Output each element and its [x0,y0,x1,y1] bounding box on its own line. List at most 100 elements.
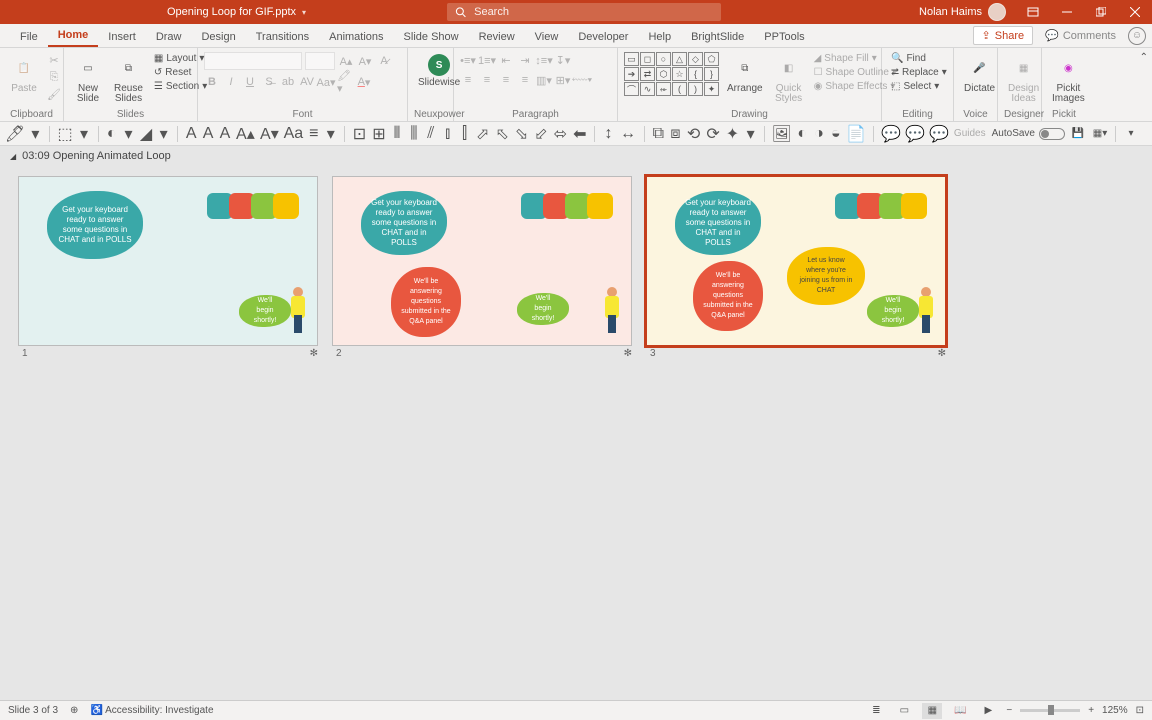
quick-styles-button[interactable]: ◧Quick Styles [771,52,807,106]
qat-btn[interactable]: ◑ [814,125,825,143]
slideshow-view-button[interactable]: ▶ [978,703,998,719]
qat-btn[interactable]: ◒ [830,125,841,143]
qat-btn[interactable]: A▾ [260,125,278,143]
italic-button[interactable]: I [223,74,239,90]
qat-btn[interactable]: ⬀ [476,125,489,143]
user-account[interactable]: Nolan Haims [909,3,1016,21]
smartart-button[interactable]: ⬳▾ [574,72,590,88]
shadow-button[interactable]: ab [280,74,296,90]
tab-draw[interactable]: Draw [146,27,192,47]
qat-btn[interactable]: ⬂ [515,125,528,143]
zoom-slider[interactable] [1020,709,1080,712]
align-center-button[interactable]: ≡ [479,72,495,88]
qat-btn[interactable]: ▾ [158,125,169,143]
qat-btn[interactable]: ▦▾ [1091,125,1109,143]
tab-view[interactable]: View [525,27,569,47]
ribbon-display-button[interactable] [1016,0,1050,24]
zoom-level[interactable]: 125% [1102,705,1128,716]
shapes-gallery[interactable]: ▭◻○△◇⬠ ➔⇄⬡☆{} ⌒∿⬰()✦ [624,52,719,96]
columns-button[interactable]: ▥▾ [536,72,552,88]
qat-btn[interactable]: ◐ [797,125,808,143]
slide-thumbnail-3[interactable]: Get your keyboard ready to answer some q… [646,176,950,361]
tab-developer[interactable]: Developer [568,27,638,47]
slide-count-label[interactable]: Slide 3 of 3 [8,705,58,716]
section-header[interactable]: ◢ 03:09 Opening Animated Loop [0,146,1152,166]
justify-button[interactable]: ≡ [517,72,533,88]
qat-btn[interactable]: ⊡ [353,125,366,143]
qat-btn[interactable]: ⬁ [495,125,508,143]
strikethrough-button[interactable]: S̶ [261,74,277,90]
zoom-in-button[interactable]: + [1088,705,1094,716]
qat-btn[interactable]: ▾ [325,125,336,143]
qat-btn[interactable]: A [203,125,214,143]
qat-btn[interactable]: ↔ [620,125,636,143]
qat-btn[interactable]: 💬 [882,125,900,143]
qat-btn[interactable]: ⫿ [459,125,470,143]
line-spacing-button[interactable]: ↕≡▾ [536,52,552,68]
normal-view-button[interactable]: ▭ [894,703,914,719]
feedback-button[interactable]: ☺ [1128,27,1146,45]
qat-btn[interactable]: ⫴ [392,125,403,143]
zoom-out-button[interactable]: − [1006,705,1012,716]
qat-btn[interactable]: Aa [284,125,302,143]
qat-btn[interactable]: 🖊 [6,125,24,143]
qat-btn[interactable]: ⊞ [372,125,385,143]
font-size-input[interactable] [305,52,335,70]
qat-btn[interactable]: ⟳ [706,125,719,143]
tab-animations[interactable]: Animations [319,27,393,47]
qat-btn[interactable]: ◢ [140,125,152,143]
qat-btn[interactable]: ⧈ [670,125,681,143]
filename-area[interactable]: Opening Loop for GIF.pptx ▾ [167,6,306,18]
bullets-button[interactable]: •≡▾ [460,52,476,68]
qat-btn[interactable]: ▾ [745,125,756,143]
qat-btn[interactable]: ▾ [79,125,90,143]
qat-btn[interactable]: ⬅ [573,125,586,143]
qat-btn[interactable]: ⬃ [534,125,547,143]
collapse-section-icon[interactable]: ◢ [10,152,16,161]
qat-btn[interactable]: ⬚ [58,125,73,143]
tab-design[interactable]: Design [191,27,245,47]
qat-btn[interactable]: 💾 [1069,125,1087,143]
text-direction-button[interactable]: ↧▾ [555,52,571,68]
qat-btn[interactable]: ≡ [308,125,319,143]
autosave-toggle[interactable] [1039,128,1065,140]
qat-btn[interactable]: 🖼 [773,125,791,143]
pickit-button[interactable]: ◉Pickit Images [1048,52,1089,106]
highlight-button[interactable]: 🖍▾ [337,74,353,90]
tab-help[interactable]: Help [638,27,681,47]
tab-file[interactable]: File [10,27,48,47]
qat-btn[interactable]: ⫾ [442,125,453,143]
increase-font-button[interactable]: A▴ [338,53,354,69]
find-button[interactable]: 🔍 Find [888,52,950,65]
dictate-button[interactable]: 🎤Dictate [960,52,999,96]
qat-customize[interactable]: ▾ [1122,125,1140,143]
tab-slideshow[interactable]: Slide Show [394,27,469,47]
align-text-button[interactable]: ⊞▾ [555,72,571,88]
collapse-ribbon-button[interactable]: ⌃ [1136,48,1152,121]
qat-btn[interactable]: ⫼ [408,125,419,143]
search-box[interactable] [447,3,721,21]
slide-thumbnail-1[interactable]: Get your keyboard ready to answer some q… [18,176,322,361]
underline-button[interactable]: U [242,74,258,90]
change-case-button[interactable]: Aa▾ [318,74,334,90]
select-button[interactable]: ⬚ Select ▾ [888,80,950,93]
font-name-input[interactable] [204,52,302,70]
qat-btn[interactable]: 💬 [930,125,948,143]
filename-dropdown-icon[interactable]: ▾ [302,8,306,17]
search-input[interactable] [474,6,713,18]
share-button[interactable]: ⇪Share [973,26,1034,45]
tab-transitions[interactable]: Transitions [246,27,319,47]
qat-btn[interactable]: ↕ [603,125,614,143]
qat-btn[interactable]: ◐ [106,125,117,143]
animation-star-icon[interactable]: ✻ [310,348,318,359]
align-left-button[interactable]: ≡ [460,72,476,88]
decrease-font-button[interactable]: A▾ [357,53,373,69]
accessibility-status[interactable]: ♿ Accessibility: Investigate [90,705,213,716]
qat-btn[interactable]: ⟲ [687,125,700,143]
minimize-button[interactable] [1050,0,1084,24]
char-spacing-button[interactable]: AV [299,74,315,90]
animation-star-icon[interactable]: ✻ [624,348,632,359]
replace-button[interactable]: ⮂ Replace ▾ [888,66,950,79]
slide-thumbnail-2[interactable]: Get your keyboard ready to answer some q… [332,176,636,361]
format-painter-button[interactable]: 🖌 [46,86,62,102]
